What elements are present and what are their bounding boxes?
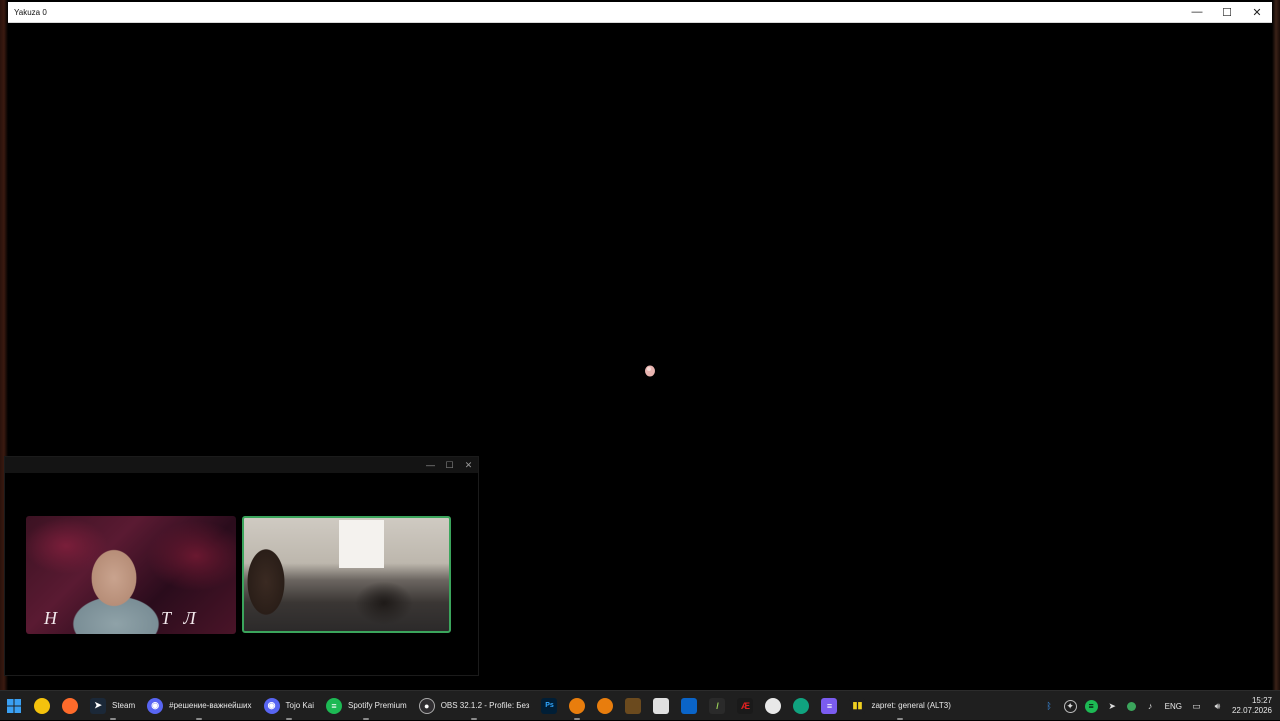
language-indicator[interactable]: ENG <box>1165 702 1182 711</box>
taskbar-item-firefox[interactable] <box>56 691 84 721</box>
taskbar-item-app[interactable]: Æ <box>731 691 759 721</box>
taskbar-item-app[interactable] <box>619 691 647 721</box>
taskbar-item-label: #решение-важнейших <box>169 701 252 710</box>
blender-icon <box>597 697 614 714</box>
video-background <box>339 520 384 568</box>
call-close-button[interactable]: ✕ <box>459 457 478 473</box>
taskbar-item-spotify[interactable]: ≡ Spotify Premium <box>320 691 413 721</box>
chrome-icon <box>34 697 50 714</box>
mouse-cursor-icon <box>645 365 655 377</box>
app-icon: / <box>709 697 726 714</box>
participant-video-tile-speaking[interactable] <box>242 516 451 633</box>
taskbar-item-zapret[interactable]: ▮▮ zapret: general (ALT3) <box>843 691 956 721</box>
taskbar-item-discord-call[interactable]: ◉ Tojo Kai <box>258 691 320 721</box>
taskbar-item-app[interactable]: / <box>703 691 731 721</box>
photoshop-icon: Ps <box>541 697 558 714</box>
app-icon <box>681 697 698 714</box>
app-icon: Æ <box>737 697 754 714</box>
maximize-button[interactable]: ☐ <box>1212 2 1242 23</box>
taskbar-item-label: Steam <box>112 701 136 710</box>
call-minimize-button[interactable]: — <box>421 457 440 473</box>
discord-icon: ◉ <box>263 697 280 714</box>
volume-icon[interactable]: 🔊︎ <box>1211 700 1224 713</box>
zapret-icon: ▮▮ <box>849 697 866 714</box>
taskbar-item-app[interactable] <box>787 691 815 721</box>
firefox-icon <box>62 697 78 714</box>
taskbar-item-app[interactable] <box>675 691 703 721</box>
windows-start-icon <box>6 698 22 714</box>
app-icon <box>625 697 642 714</box>
network-icon[interactable]: ▭ <box>1190 700 1203 713</box>
steam-icon: ➤ <box>90 697 106 714</box>
spotify-tray-icon[interactable]: ≡ <box>1084 699 1098 713</box>
taskbar-item-photoshop[interactable]: Ps <box>535 691 563 721</box>
start-button[interactable] <box>0 691 28 721</box>
taskbar-item-label: Spotify Premium <box>348 701 407 710</box>
overlay-text: Н <box>44 608 59 628</box>
taskbar-item-label: OBS 32.1.2 - Profile: Без <box>440 701 530 710</box>
participant-video-tile[interactable]: Н Т Л <box>26 516 236 634</box>
desktop-background: Yakuza 0 — ☐ ✕ — ☐ ✕ Н Т Л <box>0 0 1280 690</box>
discord-icon: ◉ <box>147 697 164 714</box>
call-window-titlebar[interactable]: — ☐ ✕ <box>5 457 478 473</box>
steam-tray-icon[interactable]: ➤ <box>1106 700 1119 713</box>
taskbar-item-discord-channel[interactable]: ◉ #решение-важнейших <box>141 691 257 721</box>
app-icon <box>653 697 670 714</box>
bluetooth-icon[interactable]: ᛒ <box>1043 700 1056 713</box>
app-icon <box>765 697 782 714</box>
taskbar-item-blender-2[interactable] <box>591 691 619 721</box>
call-maximize-button[interactable]: ☐ <box>440 457 459 473</box>
clock-date: 22.07.2026 <box>1231 706 1272 715</box>
game-window-title: Yakuza 0 <box>14 7 47 17</box>
obs-icon: ● <box>418 697 435 714</box>
system-tray: ᛒ ✦ ≡ ➤ ♪ ENG ▭ 🔊︎ 15:27 22.07.2026 <box>1043 691 1280 721</box>
close-button[interactable]: ✕ <box>1242 2 1272 23</box>
status-dot-icon[interactable] <box>1126 701 1136 711</box>
tray-app-icon[interactable]: ✦ <box>1063 699 1077 713</box>
taskbar-item-label: Tojo Kai <box>285 701 314 710</box>
taskbar-item-label: zapret: general (ALT3) <box>871 701 951 710</box>
overlay-text: Т Л <box>161 608 200 628</box>
minimize-button[interactable]: — <box>1182 2 1212 23</box>
clock-time: 15:27 <box>1251 696 1272 705</box>
taskbar-item-blender[interactable] <box>563 691 591 721</box>
microphone-icon[interactable]: ♪ <box>1144 700 1157 713</box>
app-icon: ≡ <box>821 697 838 714</box>
spotify-icon: ≡ <box>326 697 342 714</box>
taskbar-item-steam[interactable]: ➤ Steam <box>84 691 141 721</box>
taskbar-item-chrome[interactable] <box>28 691 56 721</box>
discord-call-popout[interactable]: — ☐ ✕ Н Т Л <box>4 456 479 676</box>
clock[interactable]: 15:27 22.07.2026 <box>1232 696 1272 716</box>
blender-icon <box>569 697 586 714</box>
game-window-titlebar[interactable]: Yakuza 0 — ☐ ✕ <box>8 2 1272 23</box>
taskbar-item-obs[interactable]: ● OBS 32.1.2 - Profile: Без <box>413 691 536 721</box>
taskbar-item-app[interactable] <box>759 691 787 721</box>
app-icon <box>793 697 810 714</box>
taskbar-item-app[interactable] <box>647 691 675 721</box>
taskbar: ➤ Steam ◉ #решение-важнейших ◉ Tojo Kai … <box>0 690 1280 720</box>
taskbar-item-app[interactable]: ≡ <box>815 691 843 721</box>
